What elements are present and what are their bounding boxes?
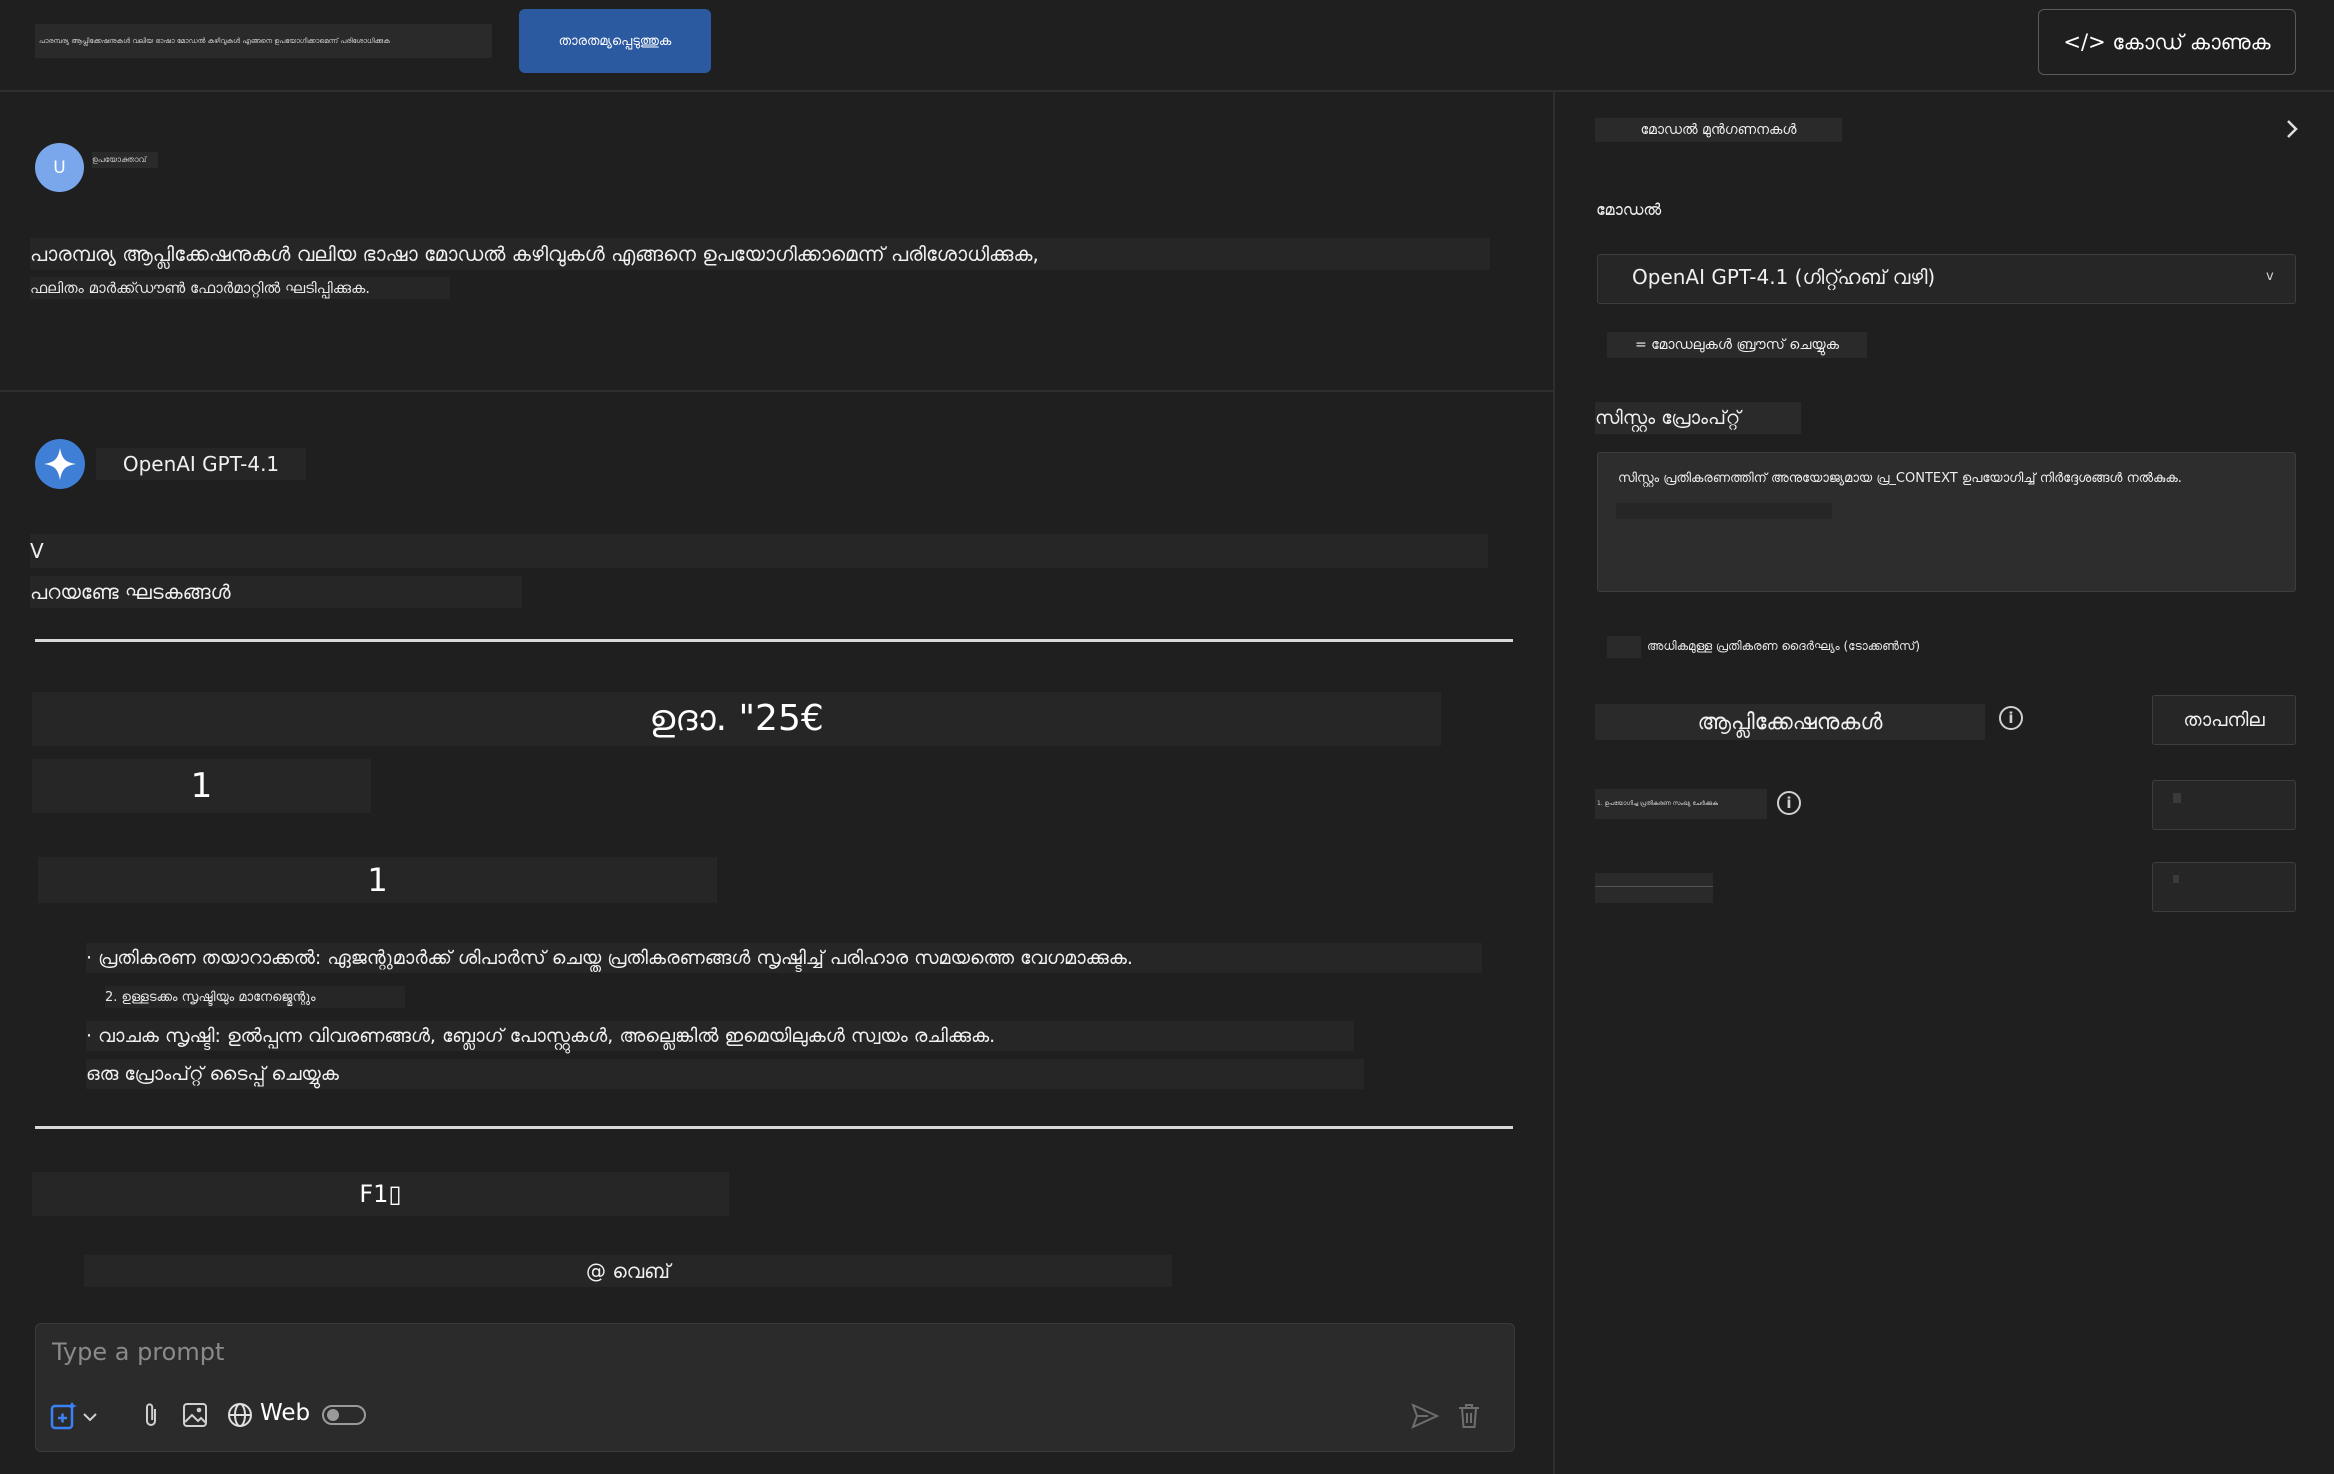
system-prompt-label: സിസ്റ്റം പ്രോംപ്റ്റ് (1595, 402, 1801, 434)
chevron-down-icon: v (2266, 269, 2274, 284)
web-label: Web (260, 1400, 311, 1426)
assistant-model-name: OpenAI GPT-4.1 (96, 448, 306, 480)
trash-icon[interactable] (1456, 1402, 1482, 1430)
max-tokens-marker (1607, 636, 1641, 658)
number-block-a: 1 (32, 759, 371, 813)
info-icon[interactable]: i (1999, 706, 2023, 730)
model-label: മോഡൽ (1596, 200, 1662, 219)
assistant-line-v: V (30, 534, 1488, 568)
chat-panel: U ഉപയോക്താവ് പാരമ്പര്യ ആപ്ലിക്കേഷനുകൾ വല… (0, 92, 1553, 1474)
attach-icon[interactable] (140, 1400, 162, 1430)
prompt-summary-text: പാരമ്പര്യ ആപ്ലിക്കേഷനുകൾ വലിയ ഭാഷാ മോഡൽ … (39, 36, 390, 45)
compare-button[interactable]: താരതമ്യപ്പെടുത്തുക (519, 9, 711, 73)
row2-input-cursor (2173, 875, 2179, 883)
row2-label (1595, 873, 1713, 903)
prompt-placeholder: Type a prompt (52, 1338, 225, 1366)
system-prompt-faint-line (1616, 503, 1832, 519)
globe-icon (228, 1403, 252, 1427)
web-toggle[interactable] (322, 1405, 366, 1425)
prompt-input[interactable]: Type a prompt (36, 1324, 1514, 1384)
user-message-line1: പാരമ്പര്യ ആപ്ലിക്കേഷനുകൾ വലിയ ഭാഷാ മോഡൽ … (30, 238, 1490, 270)
user-role-chip: ഉപയോക്താവ് (92, 152, 158, 168)
row1-input-cursor (2173, 793, 2181, 803)
system-prompt-textarea[interactable]: സിസ്റ്റം പ്രതികരണത്തിന് അനുയോജ്യമായ പ്ര_… (1597, 452, 2296, 592)
system-prompt-text: സിസ്റ്റം പ്രതികരണത്തിന് അനുയോജ്യമായ പ്ര_… (1618, 471, 2182, 486)
row2-number-input[interactable] (2152, 862, 2296, 912)
user-message-line2: ഫലിതം മാർക്ക്ഡൗൺ ഫോർമാറ്റിൽ ഘടിപ്പിക്കുക… (30, 277, 450, 299)
message-divider (0, 390, 1553, 392)
max-tokens-label: അധികമുള്ള പ്രതികരണ ദൈർഘ്യം (ടോക്കൺസ്) (1647, 639, 1921, 653)
f1-block: F1▯ (32, 1172, 729, 1216)
example-heading: ഉദാ. "25€ (32, 692, 1441, 746)
row1-label: 1. ഉപയോഗിച്ച പ്രതികരണ സംഖ്യ ചേർക്കുക (1595, 789, 1767, 819)
web-reference: @ വെബ് (84, 1255, 1172, 1287)
horizontal-rule-top (35, 639, 1513, 642)
row1-number-input[interactable] (2152, 780, 2296, 830)
type-a-prompt-line: ഒരു പ്രോംപ്റ്റ് ടൈപ്പ് ചെയ്യുക (86, 1059, 1364, 1089)
user-role-label: ഉപയോക്താവ് (92, 155, 147, 164)
browse-models-link[interactable]: = മോഡലുകൾ ബ്രൗസ് ചെയ്യുക (1607, 332, 1867, 358)
bullet-response-drafting: · പ്രതികരണ തയാറാക്കൽ: ഏജന്റുമാർക്ക് ശിപാ… (86, 943, 1482, 973)
prompt-mode-icon[interactable] (50, 1398, 100, 1432)
settings-panel: മോഡൽ മുൻഗണനകൾ മോഡൽ OpenAI GPT-4.1 (ഗിറ്റ… (1553, 92, 2334, 1474)
applications-label: ആപ്ലിക്കേഷനുകൾ (1595, 704, 1985, 740)
model-select-value: OpenAI GPT-4.1 (ഗിറ്റ്ഹബ് വഴി) (1632, 265, 1936, 289)
settings-section-title: മോഡൽ മുൻഗണനകൾ (1595, 118, 1842, 142)
assistant-subheading: പറയണ്ടേ ഘടകങ്ങൾ (30, 576, 522, 608)
row1-info-icon[interactable]: i (1777, 791, 1801, 815)
horizontal-rule-bottom (35, 1126, 1513, 1129)
web-toggle-knob (327, 1409, 339, 1421)
prompt-composer: Type a prompt Web (35, 1323, 1515, 1452)
send-icon[interactable] (1410, 1402, 1440, 1430)
collapse-chevron-icon[interactable] (2277, 112, 2307, 146)
number-block-b: 1 (38, 857, 717, 903)
web-toggle-group[interactable]: Web (226, 1400, 376, 1430)
view-code-button[interactable]: </> കോഡ് കാണുക (2038, 9, 2296, 75)
image-icon[interactable] (182, 1402, 208, 1428)
user-avatar: U (35, 143, 84, 192)
bullet-content-management: 2. ഉള്ളടക്കം സൃഷ്ടിയും മാനേജ്മെന്റും (105, 986, 405, 1008)
model-select[interactable]: OpenAI GPT-4.1 (ഗിറ്റ്ഹബ് വഴി) v (1597, 254, 2296, 304)
temperature-button[interactable]: താപനില (2152, 695, 2296, 745)
bullet-text-generation: · വാചക സൃഷ്ടി: ഉൽപ്പന്ന വിവരണങ്ങൾ, ബ്ലോഗ… (86, 1021, 1354, 1051)
top-bar: പാരമ്പര്യ ആപ്ലിക്കേഷനുകൾ വലിയ ഭാഷാ മോഡൽ … (0, 0, 2334, 92)
gpt-logo-icon (35, 439, 85, 489)
prompt-summary: പാരമ്പര്യ ആപ്ലിക്കേഷനുകൾ വലിയ ഭാഷാ മോഡൽ … (35, 24, 492, 58)
